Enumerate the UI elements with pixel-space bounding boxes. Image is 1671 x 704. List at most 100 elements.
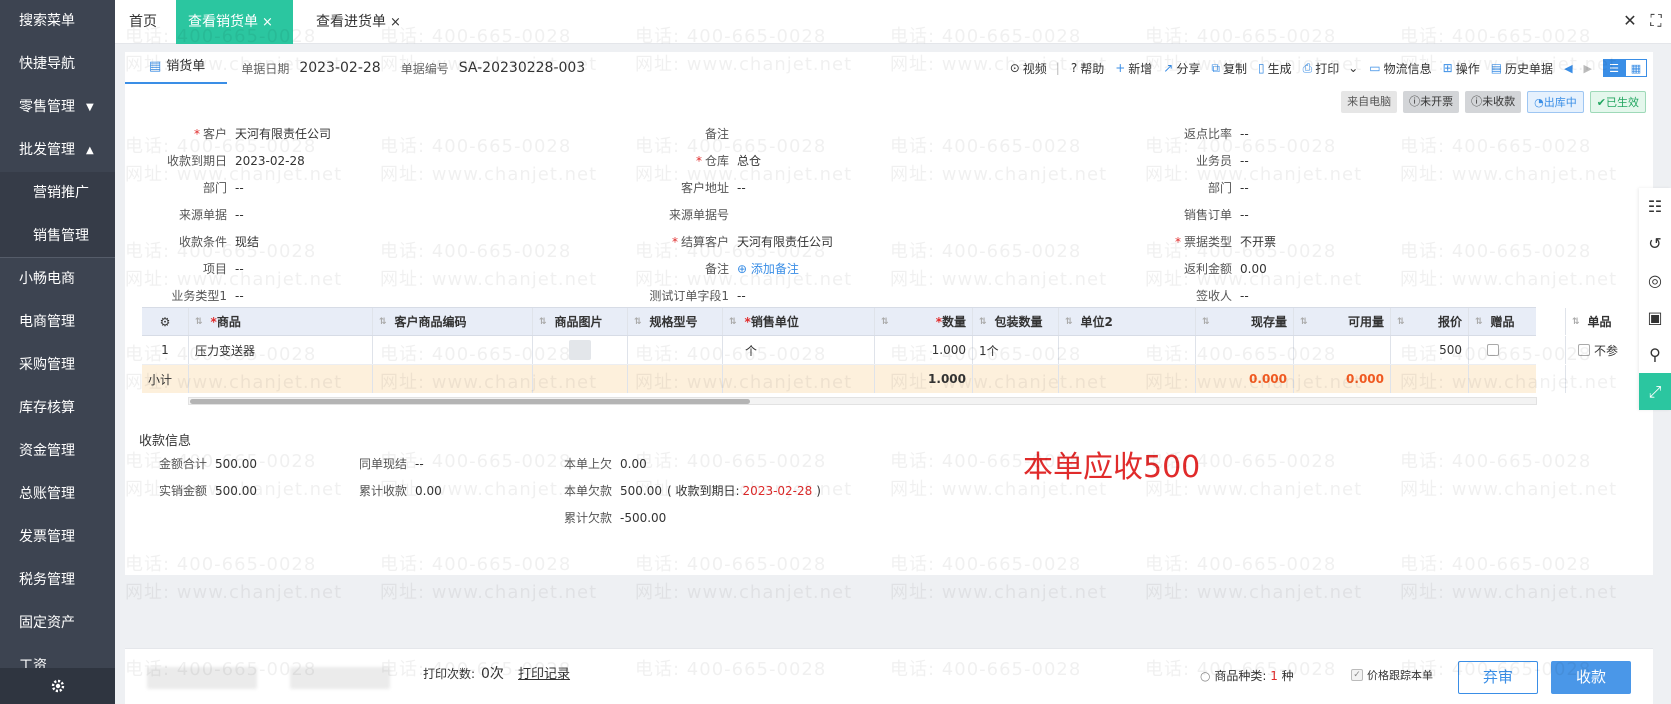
sidebar-item-fixed-assets[interactable]: 固定资产 — [0, 602, 115, 645]
price-track-checkbox[interactable]: ✓ — [1351, 669, 1363, 681]
help-button[interactable]: ? 帮助 — [1071, 60, 1104, 77]
doc-type-tab[interactable]: ▤ 销货单 — [125, 52, 228, 84]
logistics-button[interactable]: ▭ 物流信息 — [1369, 60, 1431, 77]
operate-button[interactable]: ⊞ 操作 — [1443, 60, 1480, 77]
field-business-type[interactable]: 业务类型1 -- — [145, 286, 243, 306]
print-record-link[interactable]: 打印记录 — [518, 663, 570, 682]
tab-home[interactable]: 首页 — [117, 0, 169, 44]
copy-button[interactable]: ⧉ 复制 — [1211, 60, 1247, 77]
cell-price[interactable]: 500 — [1391, 336, 1469, 364]
field-rebate-amount[interactable]: 返利金额 0.00 — [1085, 259, 1267, 279]
close-icon[interactable]: × — [390, 15, 401, 30]
chevron-down-icon[interactable]: ⌄ — [1348, 61, 1358, 75]
collect-payment-button[interactable]: 收款 — [1551, 661, 1631, 694]
add-button[interactable]: + 新增 — [1115, 60, 1152, 77]
field-receiver[interactable]: 签收人 -- — [1085, 286, 1249, 306]
scrollbar-thumb[interactable] — [190, 399, 750, 404]
field-department-2[interactable]: 部门 -- — [1085, 178, 1249, 198]
sidebar-item-quick-nav[interactable]: 快捷导航 — [0, 43, 115, 86]
field-source-doc[interactable]: 来源单据 -- — [145, 205, 244, 225]
sidebar-settings[interactable] — [0, 668, 115, 704]
history-button[interactable]: ▤ 历史单据 — [1491, 60, 1553, 77]
sidebar-item-marketing[interactable]: 营销推广 — [0, 172, 115, 215]
cell-pack-qty[interactable]: 1个 — [973, 336, 1059, 364]
cell-sales-unit[interactable]: 个 — [723, 336, 875, 364]
approval-icon[interactable]: ◎ — [1639, 262, 1671, 299]
attachment-icon[interactable]: ⚲ — [1639, 336, 1671, 373]
single-checkbox[interactable] — [1578, 344, 1590, 356]
tab-sales-order[interactable]: 查看销货单 × — [176, 0, 293, 44]
sidebar-item-sales-mgmt[interactable]: 销售管理 — [0, 215, 115, 258]
cell-product-image[interactable] — [533, 336, 628, 364]
col-spec[interactable]: ⇅ 规格型号 — [628, 308, 723, 335]
tab-purchase-order[interactable]: 查看进货单 × — [304, 0, 413, 44]
sidebar-item-ecommerce-small[interactable]: 小畅电商 — [0, 258, 115, 301]
close-window-icon[interactable]: ✕ — [1621, 12, 1639, 30]
field-customer-address[interactable]: 客户地址 -- — [595, 178, 746, 198]
column-settings-icon[interactable]: ⚙ — [142, 308, 189, 335]
cell-customer-code[interactable] — [373, 336, 533, 364]
field-source-doc-no[interactable]: 来源单据号 — [595, 205, 737, 225]
col-product-image[interactable]: ⇅ 商品图片 — [533, 308, 628, 335]
field-customer[interactable]: * 客户 天河有限责任公司 — [145, 124, 331, 144]
sidebar-item-purchase[interactable]: 采购管理 — [0, 344, 115, 387]
cell-gift[interactable] — [1469, 336, 1566, 364]
print-button[interactable]: ⎙ 打印 ⌄ — [1303, 60, 1359, 77]
sidebar-item-funds[interactable]: 资金管理 — [0, 430, 115, 473]
field-remark[interactable]: 备注 — [595, 124, 737, 144]
field-settlement-customer[interactable]: * 结算客户 天河有限责任公司 — [595, 232, 833, 252]
field-remark-2[interactable]: 备注 ⊕ 添加备注 — [595, 259, 799, 279]
field-sales-order[interactable]: 销售订单 -- — [1085, 205, 1249, 225]
cell-spec[interactable] — [628, 336, 723, 364]
sidebar-item-tax[interactable]: 税务管理 — [0, 559, 115, 602]
sidebar-item-ecommerce[interactable]: 电商管理 — [0, 301, 115, 344]
col-product[interactable]: ⇅ * 商品 — [189, 308, 373, 335]
prev-arrow-icon[interactable]: ◀ — [1564, 62, 1572, 75]
sidebar-item-wholesale[interactable]: 批发管理 ▲ — [0, 129, 115, 172]
col-stock[interactable]: ⇅ 现存量 — [1196, 308, 1294, 335]
col-unit2[interactable]: ⇅ 单位2 — [1059, 308, 1196, 335]
video-button[interactable]: ⊙ 视频 — [1010, 60, 1060, 77]
field-salesperson[interactable]: 业务员 -- — [1085, 151, 1249, 171]
add-remark-link[interactable]: ⊕ 添加备注 — [737, 262, 799, 276]
cell-quantity[interactable]: 1.000 — [875, 336, 973, 364]
col-quantity[interactable]: ⇅ * 数量 — [875, 308, 973, 335]
field-project[interactable]: 项目 -- — [145, 259, 244, 279]
col-gift[interactable]: ⇅ 赠品 — [1469, 308, 1566, 335]
sidebar-item-search-menu[interactable]: 搜索菜单 — [0, 0, 115, 43]
abandon-review-button[interactable]: 弃审 — [1458, 661, 1538, 694]
field-payment-terms[interactable]: 收款条件 现结 — [145, 232, 259, 252]
horizontal-scrollbar[interactable] — [188, 397, 1537, 405]
cell-unit2[interactable] — [1059, 336, 1196, 364]
col-pack-qty[interactable]: ⇅ 包装数量 — [973, 308, 1059, 335]
sidebar-item-ledger[interactable]: 总账管理 — [0, 473, 115, 516]
col-available[interactable]: ⇅ 可用量 — [1294, 308, 1391, 335]
field-invoice-type[interactable]: * 票据类型 不开票 — [1085, 232, 1276, 252]
list-view-icon[interactable]: ☰ — [1603, 59, 1625, 77]
field-department[interactable]: 部门 -- — [145, 178, 244, 198]
price-track-option[interactable]: ✓ 价格跟踪本单 — [1351, 667, 1433, 683]
col-customer-code[interactable]: ⇅ 客户商品编码 — [373, 308, 533, 335]
share-button[interactable]: ↗ 分享 — [1163, 60, 1200, 77]
col-sales-unit[interactable]: ⇅ * 销售单位 — [723, 308, 875, 335]
history-clock-icon[interactable]: ↺ — [1639, 225, 1671, 262]
field-rebate-rate[interactable]: 返点比率 -- — [1085, 124, 1249, 144]
sidebar-item-invoice[interactable]: 发票管理 — [0, 516, 115, 559]
checklist-icon[interactable]: ☷ — [1639, 188, 1671, 225]
card-view-icon[interactable]: ▦ — [1625, 59, 1647, 77]
sidebar-item-retail[interactable]: 零售管理 ▼ — [0, 86, 115, 129]
close-icon[interactable]: × — [262, 15, 273, 30]
expand-icon[interactable]: ⤢ — [1639, 373, 1671, 410]
generate-button[interactable]: ▯ 生成 — [1258, 60, 1292, 77]
next-arrow-icon[interactable]: ▶ — [1584, 62, 1592, 75]
sidebar-item-inventory[interactable]: 库存核算 — [0, 387, 115, 430]
table-row[interactable]: 1 压力变送器 个 1.000 1个 500 不参 — [142, 336, 1618, 365]
col-single[interactable]: ⇅ 单品 — [1566, 308, 1636, 335]
field-due-date[interactable]: 收款到期日 2023-02-28 — [145, 151, 305, 171]
col-price[interactable]: ⇅ 报价 — [1391, 308, 1469, 335]
field-warehouse[interactable]: * 仓库 总仓 — [595, 151, 761, 171]
fullscreen-icon[interactable]: ⛶ — [1647, 12, 1665, 30]
field-test-order-1[interactable]: 测试订单字段1 -- — [595, 286, 745, 306]
cell-single[interactable]: 不参 — [1566, 336, 1636, 364]
gift-checkbox[interactable] — [1487, 344, 1499, 356]
